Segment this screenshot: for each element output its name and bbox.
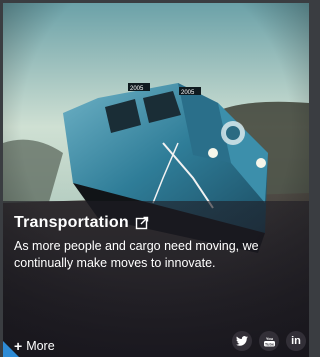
social-links: You Tube in <box>232 331 306 351</box>
card-description: As more people and cargo need moving, we… <box>14 239 259 270</box>
twitter-bird-glyph <box>236 336 248 346</box>
plus-icon: + <box>14 338 23 354</box>
youtube-glyph: You Tube <box>263 336 275 346</box>
linkedin-icon[interactable]: in <box>286 331 306 351</box>
card-title-text: Transportation <box>14 214 129 231</box>
card-title[interactable]: Transportation <box>14 214 149 232</box>
svg-text:You: You <box>265 336 273 341</box>
transportation-card[interactable]: 2005 2005 Transportation As more people … <box>3 3 309 357</box>
svg-text:Tube: Tube <box>264 341 274 346</box>
youtube-icon[interactable]: You Tube <box>259 331 279 351</box>
more-label: More <box>26 339 55 353</box>
external-link-icon <box>135 216 149 230</box>
twitter-icon[interactable] <box>232 331 252 351</box>
more-button[interactable]: + More <box>3 335 55 357</box>
